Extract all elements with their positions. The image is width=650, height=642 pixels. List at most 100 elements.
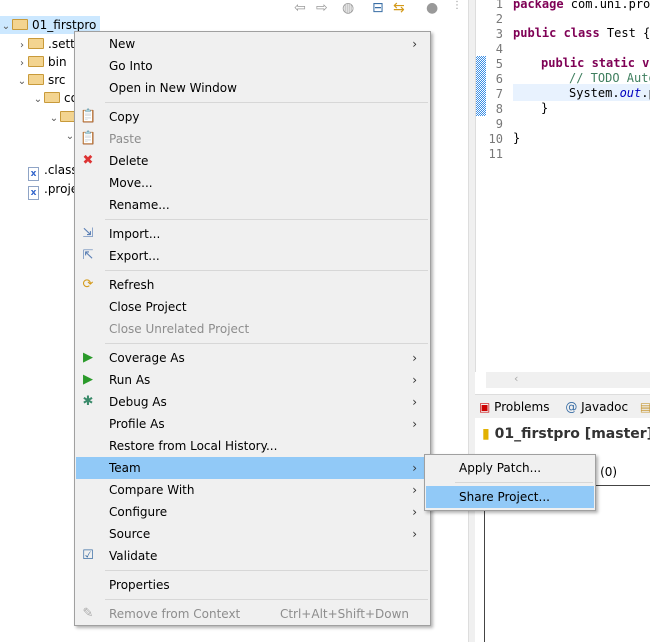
menu-item-rename[interactable]: Rename... (76, 194, 429, 216)
filter-icon[interactable]: ● (426, 0, 438, 16)
menu-item-label: Validate (109, 549, 158, 563)
code-text: System. (569, 86, 620, 100)
menu-item-apply-patch[interactable]: Apply Patch... (426, 457, 594, 479)
kw: public class (513, 26, 600, 40)
sash[interactable] (468, 0, 475, 642)
tree-item-label: bin (48, 55, 67, 69)
line-number: 11 (488, 147, 503, 161)
line-number: 4 (495, 42, 503, 56)
forward-icon[interactable]: ⇨ (316, 0, 328, 16)
menu-separator (75, 596, 430, 603)
chevron-right-icon: › (412, 373, 417, 387)
link-editor-icon[interactable]: ⇆ (393, 0, 405, 16)
menu-item-run-as[interactable]: ▶ Run As › (76, 369, 429, 391)
repository-icon: ▮ (482, 426, 490, 442)
menu-item-validate[interactable]: ☑ Validate (76, 545, 429, 567)
paste-icon: 📋 (80, 131, 97, 146)
menu-item-label: Properties (109, 578, 170, 592)
line-number: 7 (495, 87, 503, 101)
menu-item-label: Compare With (109, 483, 195, 497)
menu-item-label: Apply Patch... (459, 461, 542, 475)
view-menu-icon[interactable]: ⋮ (452, 0, 462, 11)
code-text: .p (641, 86, 650, 100)
tree-item[interactable]: x .proje (16, 180, 78, 200)
menu-item-profile-as[interactable]: Profile As › (76, 413, 429, 435)
menu-item-copy[interactable]: 📋 Copy (76, 106, 429, 128)
chevron-right-icon: › (412, 461, 417, 475)
refresh-icon: ⟳ (82, 277, 94, 292)
chevron-down-icon[interactable]: ⌄ (48, 110, 60, 128)
tree-item-label: src (48, 73, 66, 87)
menu-item-close-unrelated-project: Close Unrelated Project (76, 318, 429, 340)
menu-item-compare-with[interactable]: Compare With › (76, 479, 429, 501)
tree-item[interactable]: x .class (16, 161, 78, 181)
menu-separator (75, 567, 430, 574)
context-menu: New › Go Into Open in New Window 📋 Copy 📋 Paste… (74, 31, 431, 626)
menu-item-label: Copy (109, 110, 140, 124)
menu-item-debug-as[interactable]: ✱ Debug As › (76, 391, 429, 413)
shortcut-label: Ctrl+Alt+Shift+Down (279, 607, 409, 621)
chevron-right-icon: › (412, 37, 417, 51)
menu-item-open-in-new-window[interactable]: Open in New Window (76, 77, 429, 99)
chevron-down-icon[interactable]: ⌄ (0, 18, 12, 36)
chevron-right-icon: › (412, 527, 417, 541)
menu-item-properties[interactable]: Properties (76, 574, 429, 596)
chevron-right-icon: › (412, 417, 417, 431)
line-number: 6 (495, 72, 503, 86)
menu-item-import[interactable]: ⇲ Import... (76, 223, 429, 245)
menu-item-configure[interactable]: Configure › (76, 501, 429, 523)
chevron-right-icon: › (412, 483, 417, 497)
tree-item-label: .class (44, 163, 78, 177)
menu-item-refresh[interactable]: ⟳ Refresh (76, 274, 429, 296)
menu-item-restore-from-local-history[interactable]: Restore from Local History... (76, 435, 429, 457)
menu-item-delete[interactable]: ✖ Delete (76, 150, 429, 172)
chevron-right-icon: › (412, 351, 417, 365)
collapse-all-icon[interactable]: ⊟ (372, 0, 384, 16)
bottom-tabs: ▣ Problems @ Javadoc ▤ (475, 394, 650, 418)
panel-title: 01_firstpro [master] (494, 426, 650, 442)
project-icon (12, 19, 28, 30)
chevron-down-icon[interactable]: ⌄ (32, 91, 44, 109)
tree-item[interactable]: ⌄ src (16, 71, 66, 89)
menu-item-label: Remove from Context (109, 607, 241, 621)
menu-item-export[interactable]: ⇱ Export... (76, 245, 429, 267)
menu-item-label: Configure (109, 505, 168, 519)
code-editor[interactable]: 1 2 3 4 5 6 7 8 9 10 11 package com.uni.pro; publi… (475, 0, 650, 372)
menu-item-label: Open in New Window (109, 81, 237, 95)
menu-item-team[interactable]: Team › (76, 457, 429, 479)
menu-separator (75, 216, 430, 223)
menu-item-label: New (109, 37, 136, 51)
menu-separator (75, 99, 430, 106)
xml-file-icon: x (28, 186, 39, 200)
code-line-8: } (541, 101, 549, 115)
horizontal-scrollbar[interactable]: ‹ (486, 372, 650, 388)
menu-item-label: Go Into (109, 59, 153, 73)
tab-javadoc[interactable]: Javadoc (581, 400, 628, 414)
folder-icon (28, 38, 44, 49)
remove-context-icon: ✎ (82, 606, 94, 621)
menu-item-go-into[interactable]: Go Into (76, 55, 429, 77)
menu-separator (75, 340, 430, 347)
tab-problems[interactable]: Problems (494, 400, 549, 414)
delete-icon: ✖ (82, 153, 94, 168)
tree-item[interactable]: › bin (16, 53, 67, 71)
tree-item[interactable]: › .setti (16, 35, 78, 53)
panel-header: ▮ 01_firstpro [master] (482, 426, 650, 442)
menu-item-close-project[interactable]: Close Project (76, 296, 429, 318)
menu-item-share-project[interactable]: Share Project... (426, 486, 594, 508)
menu-item-new[interactable]: New › (76, 33, 429, 55)
line-number: 5 (495, 57, 503, 71)
menu-item-coverage-as[interactable]: ▶ Coverage As › (76, 347, 429, 369)
back-icon[interactable]: ⇦ (294, 0, 306, 16)
code-text: Test { (599, 26, 650, 40)
tree-item[interactable]: ⌄ co (32, 89, 78, 107)
menu-item-source[interactable]: Source › (76, 523, 429, 545)
debug-icon: ✱ (82, 394, 94, 409)
code-line-5: public static vo (541, 56, 650, 70)
menu-item-label: Export... (109, 249, 160, 263)
chevron-right-icon: › (412, 505, 417, 519)
declaration-icon: ▤ (639, 400, 650, 414)
chevron-down-icon[interactable]: ⌄ (16, 73, 28, 91)
up-icon[interactable]: ◍ (342, 0, 354, 16)
menu-item-move[interactable]: Move... (76, 172, 429, 194)
